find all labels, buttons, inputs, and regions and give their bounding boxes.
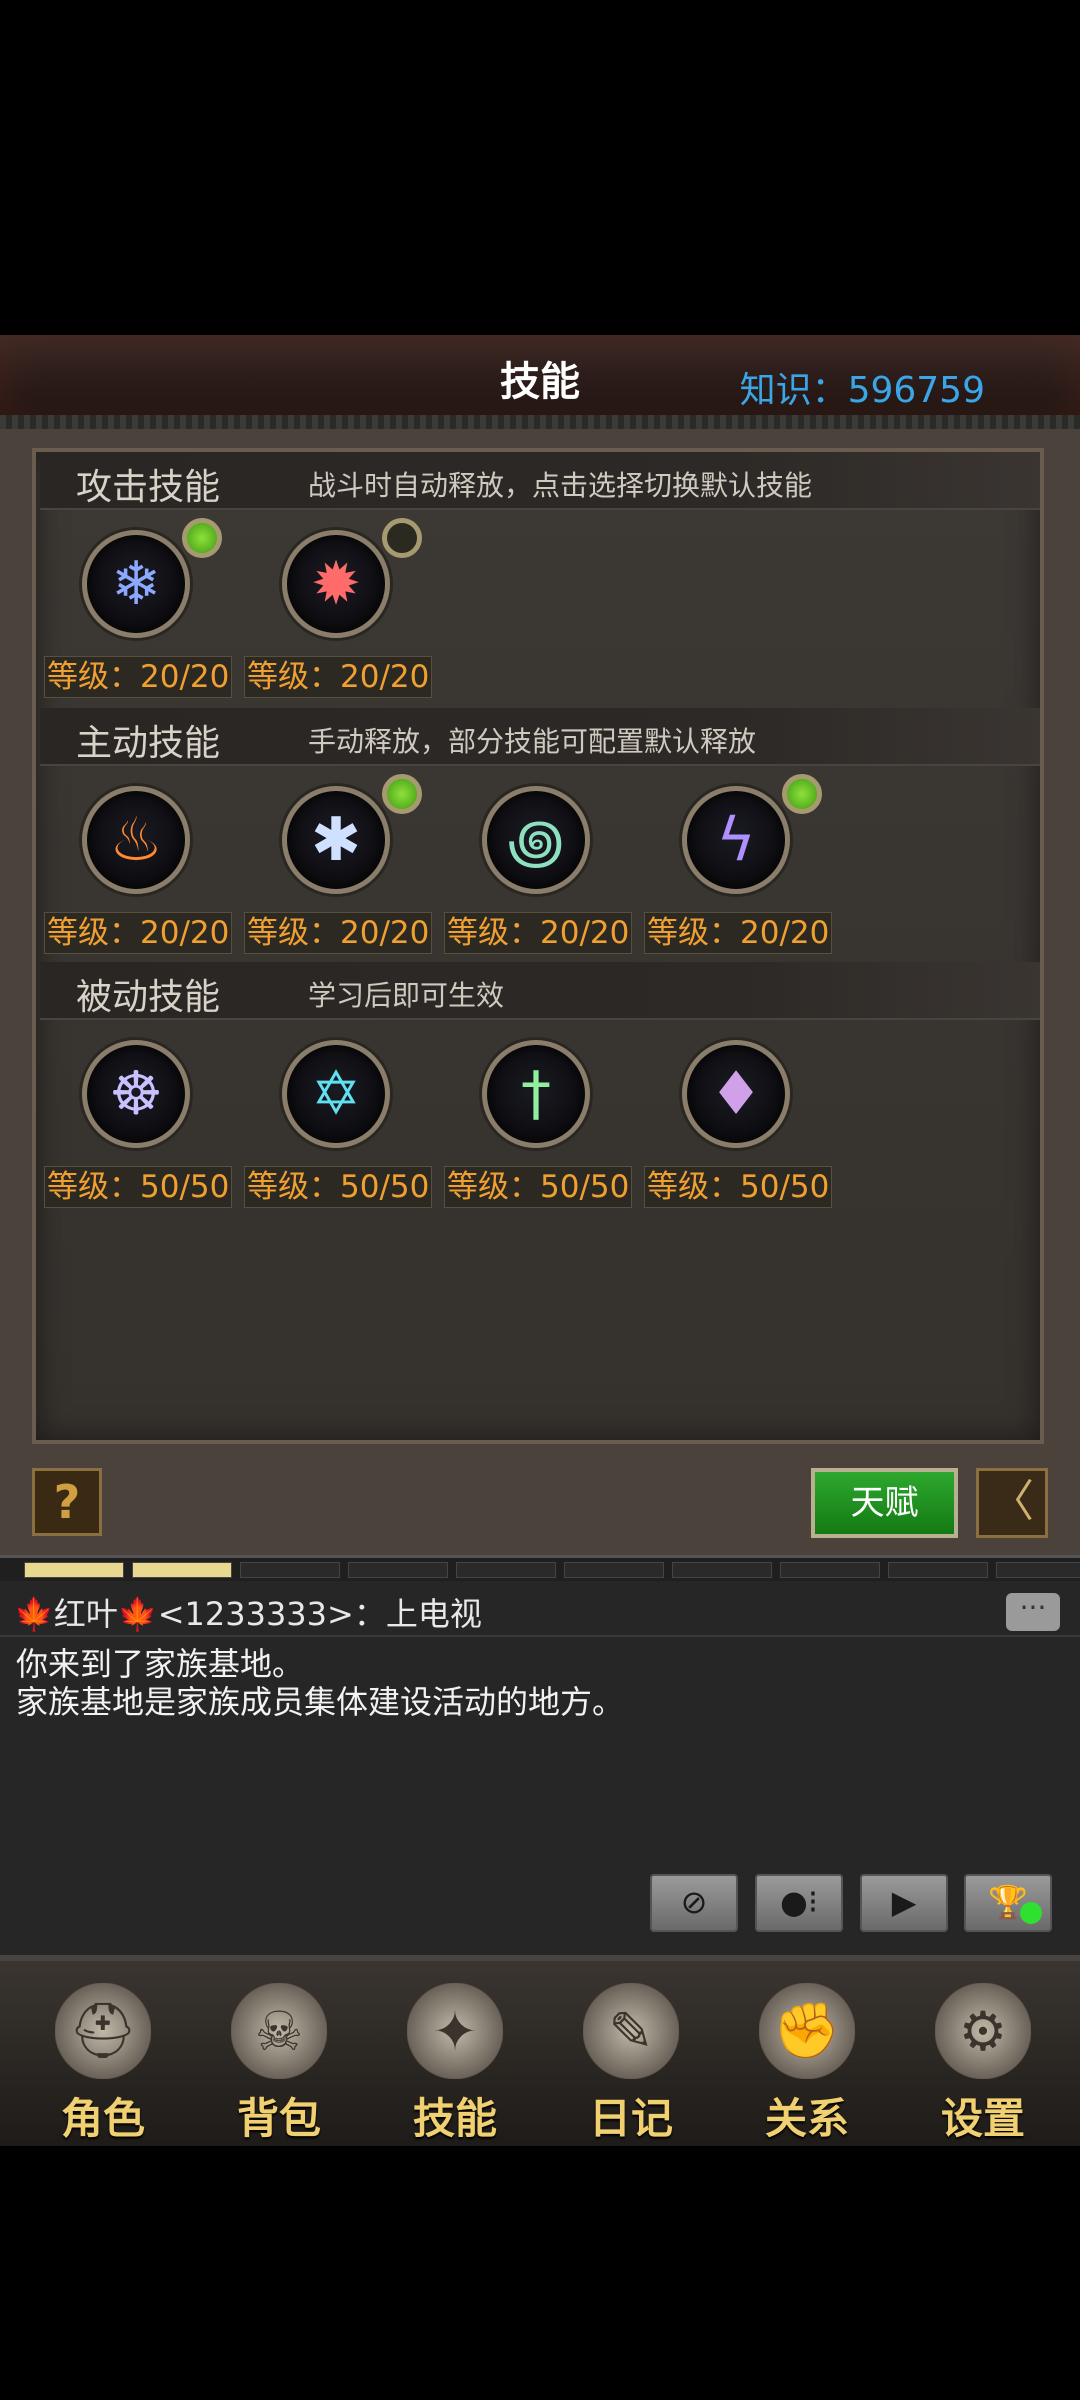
skill-slot[interactable]: ✱ [282, 774, 422, 894]
knowledge-counter: 知识：596759 [739, 370, 985, 411]
skill-level: 等级：50/50 [244, 1166, 433, 1208]
skill-level: 等级：20/20 [244, 912, 433, 954]
skills-panel: 攻击技能 战斗时自动释放，点击选择切换默认技能 ❄ 等级：20/20 ✹ 等级：20/… [32, 448, 1044, 1444]
default-selected-indicator[interactable] [782, 774, 822, 814]
nav-item[interactable]: ✊ 关系 [722, 1961, 892, 2143]
skill-slot[interactable]: ✹ [282, 518, 422, 638]
frost-shield-icon[interactable]: ✱ [282, 786, 390, 894]
gears-icon: ⚙ [935, 1983, 1031, 2079]
skill-glyph: ❄ [110, 549, 162, 619]
lightning-icon[interactable]: ϟ [682, 786, 790, 894]
gauntlets-icon: ✊ [759, 1983, 855, 2079]
default-selected-indicator[interactable] [182, 518, 222, 558]
strip-segment [672, 1562, 772, 1578]
strip-segment [132, 1562, 232, 1578]
nav-label: 背包 [236, 2094, 321, 2143]
chat-tab-strip [0, 1555, 1080, 1584]
skill-slot[interactable]: ♨ [82, 786, 190, 894]
compass-button[interactable]: ⊘ [650, 1874, 738, 1932]
skill-glyph: ✹ [310, 549, 362, 619]
skill-level: 等级：50/50 [44, 1166, 233, 1208]
chat-line: 家族基地是家族成员集体建设活动的地方。 [16, 1683, 625, 1721]
backpack-icon: ☠ [231, 1983, 327, 2079]
meditation-icon[interactable]: ☸ [82, 1040, 190, 1148]
hexagram-icon[interactable]: ✡ [282, 1040, 390, 1148]
passive-section-title: 被动技能 [76, 977, 221, 1018]
scroll-icon: ✎ [583, 1983, 679, 2079]
attack-section-desc: 战斗时自动释放，点击选择切换默认技能 [308, 469, 813, 502]
skill-level: 等级：50/50 [644, 1166, 833, 1208]
nav-item[interactable]: ✎ 日记 [546, 1961, 716, 2143]
skill-level: 等级：20/20 [444, 912, 633, 954]
skill-glyph: † [521, 1059, 551, 1129]
default-unselected-indicator[interactable] [382, 518, 422, 558]
strip-segment [996, 1562, 1080, 1578]
skill-glyph: ☸ [109, 1059, 163, 1129]
skill-slot[interactable]: ϟ [682, 774, 822, 894]
attack-section-header: 攻击技能 战斗时自动释放，点击选择切换默认技能 [40, 452, 1040, 510]
nav-item[interactable]: ☠ 背包 [194, 1961, 364, 2143]
active-section-header: 主动技能 手动释放，部分技能可配置默认释放 [40, 708, 1040, 766]
skill-level: 等级：50/50 [444, 1166, 633, 1208]
skill-level: 等级：20/20 [644, 912, 833, 954]
sun-burst-icon[interactable]: ✹ [282, 530, 390, 638]
strip-segment [240, 1562, 340, 1578]
skill-level: 等级：20/20 [44, 656, 233, 698]
trophy-notification-dot [1020, 1902, 1042, 1924]
skill-glyph: ✡ [310, 1059, 362, 1129]
nav-label: 角色 [60, 2094, 145, 2143]
chat-message-sender: 🍁红叶🍁<1233333>：上电视 [14, 1595, 482, 1633]
header-divider [0, 415, 1080, 429]
strip-segment [780, 1562, 880, 1578]
chat-divider [0, 1635, 1080, 1637]
nav-label: 日记 [588, 2094, 673, 2143]
strip-segment [348, 1562, 448, 1578]
bottom-nav: ⛑ 角色 ☠ 背包 ✦ 技能 ✎ 日记 ✊ 关系 ⚙ 设置 [0, 1955, 1080, 2146]
skill-slot[interactable]: ♦ [682, 1040, 790, 1148]
play-button[interactable]: ▶ [860, 1874, 948, 1932]
skill-glyph: ♦ [709, 1059, 763, 1129]
chat-bubble-icon[interactable]: ··· [1006, 1593, 1060, 1631]
strip-segment [456, 1562, 556, 1578]
nav-label: 技能 [412, 2094, 497, 2143]
spellbook-icon: ✦ [407, 1983, 503, 2079]
skill-glyph: ϟ [716, 805, 756, 875]
snowflake-icon[interactable]: ❄ [82, 530, 190, 638]
skill-slot[interactable]: ☸ [82, 1040, 190, 1148]
talent-button[interactable]: 天赋 [811, 1468, 958, 1538]
skill-level: 等级：20/20 [244, 656, 433, 698]
back-button[interactable]: 〈 [976, 1468, 1048, 1538]
crystal-icon[interactable]: ♦ [682, 1040, 790, 1148]
flame-icon[interactable]: ♨ [82, 786, 190, 894]
strip-segment [888, 1562, 988, 1578]
helmet-icon: ⛑ [55, 1983, 151, 2079]
strip-segment [564, 1562, 664, 1578]
skill-level: 等级：20/20 [44, 912, 233, 954]
nav-item[interactable]: ✦ 技能 [370, 1961, 540, 2143]
nav-label: 设置 [940, 2094, 1025, 2143]
nav-label: 关系 [764, 2094, 849, 2143]
skill-slot[interactable]: ꩜ [482, 786, 590, 894]
trophy-button[interactable]: 🏆 [964, 1874, 1052, 1932]
help-button[interactable]: ? [32, 1468, 102, 1536]
skill-glyph: ꩜ [507, 807, 565, 877]
skill-slot[interactable]: ❄ [82, 518, 222, 638]
passive-section-desc: 学习后即可生效 [308, 979, 505, 1012]
skill-glyph: ♨ [109, 805, 163, 875]
passive-section-header: 被动技能 学习后即可生效 [40, 962, 1040, 1020]
whirlwind-icon[interactable]: ꩜ [482, 786, 590, 894]
nav-item[interactable]: ⚙ 设置 [898, 1961, 1068, 2143]
attack-section-title: 攻击技能 [76, 467, 221, 508]
skill-slot[interactable]: † [482, 1040, 590, 1148]
strip-segment [24, 1562, 124, 1578]
active-section-title: 主动技能 [76, 723, 221, 764]
default-selected-indicator[interactable] [382, 774, 422, 814]
record-button[interactable]: ●⁝ [755, 1874, 843, 1932]
skill-slot[interactable]: ✡ [282, 1040, 390, 1148]
active-section-desc: 手动释放，部分技能可配置默认释放 [308, 725, 757, 758]
top-bar: 技能 知识：596759 [0, 335, 1080, 421]
sword-icon[interactable]: † [482, 1040, 590, 1148]
nav-item[interactable]: ⛑ 角色 [18, 1961, 188, 2143]
skill-glyph: ✱ [310, 805, 362, 875]
